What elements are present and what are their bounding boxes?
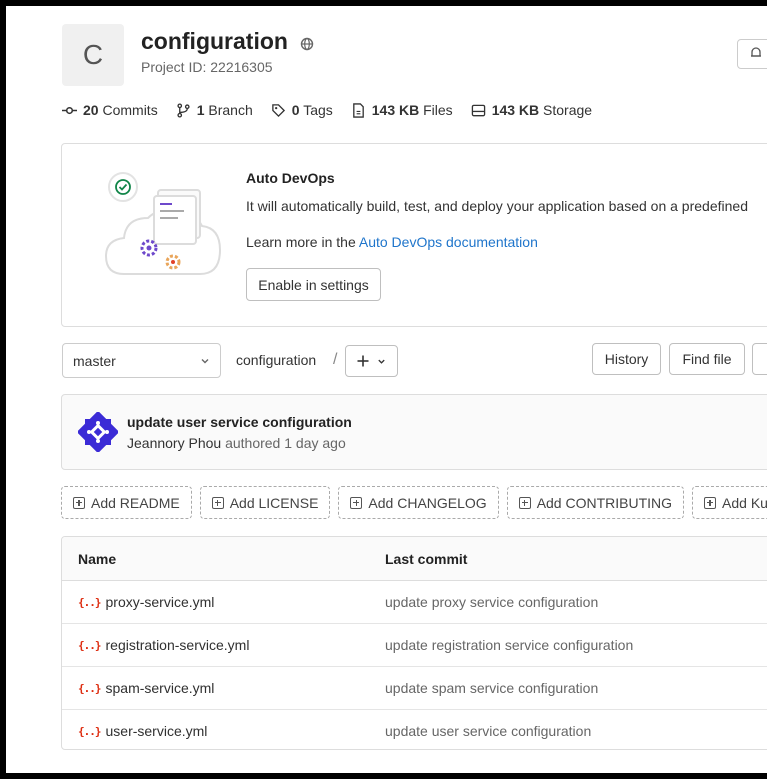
chevron-down-icon [201, 358, 209, 363]
stat-branches[interactable]: 1 Branch [176, 102, 253, 118]
add-readme-button[interactable]: Add README [61, 486, 192, 519]
add-kubernetes-cluster-button[interactable]: Add Kubernetes cluster [692, 486, 767, 519]
breadcrumb-separator: / [333, 351, 338, 368]
commit-author-link[interactable]: Jeannory Phou [127, 435, 221, 451]
breadcrumb-project[interactable]: configuration [236, 352, 316, 368]
file-tree-table: Name Last commit {..} proxy-service.yml u… [61, 536, 767, 750]
add-license-button[interactable]: Add LICENSE [199, 486, 331, 519]
notification-button[interactable] [737, 39, 767, 69]
file-icon [352, 102, 364, 118]
project-avatar-letter: C [82, 39, 104, 70]
yaml-file-icon: {..} [78, 595, 101, 609]
auto-devops-docs-link[interactable]: Auto DevOps documentation [359, 234, 538, 250]
column-header-last-commit: Last commit [385, 551, 468, 567]
file-commit-cell[interactable]: update registration service configuratio… [385, 637, 633, 653]
plus-square-icon [518, 496, 531, 509]
branch-dropdown-value: master [73, 352, 116, 369]
file-name-cell[interactable]: {..} spam-service.yml [78, 680, 214, 696]
file-name-cell[interactable]: {..} registration-service.yml [78, 637, 249, 653]
stat-tags[interactable]: 0 Tags [271, 102, 333, 118]
table-row[interactable]: {..} proxy-service.yml update proxy servi… [62, 581, 767, 624]
project-page: C configuration Project ID: 22216305 20 … [6, 6, 767, 773]
project-avatar: C [62, 24, 124, 86]
globe-icon [300, 37, 314, 51]
plus-square-icon [73, 496, 85, 509]
add-to-tree-dropdown[interactable] [345, 345, 398, 377]
add-contributing-button[interactable]: Add CONTRIBUTING [506, 486, 685, 519]
enable-in-settings-button[interactable]: Enable in settings [246, 268, 381, 301]
find-file-button[interactable]: Find file [669, 343, 745, 375]
last-commit-box: update user service configuration Jeanno… [61, 394, 767, 470]
auto-devops-title: Auto DevOps [246, 170, 335, 186]
add-files-row: Add README Add LICENSE Add CHANGELOG Add… [61, 486, 767, 519]
stat-commits[interactable]: 20 Commits [62, 102, 158, 118]
yaml-file-icon: {..} [78, 638, 101, 652]
stat-files[interactable]: 143 KB Files [351, 102, 453, 118]
auto-devops-banner: Auto DevOps It will automatically build,… [61, 143, 767, 327]
branch-dropdown[interactable]: master [62, 343, 221, 378]
yaml-file-icon: {..} [78, 681, 101, 695]
file-commit-cell[interactable]: update user service configuration [385, 723, 591, 739]
table-header: Name Last commit [62, 537, 767, 581]
last-commit-meta: Jeannory Phou authored 1 day ago [127, 435, 346, 451]
plus-icon [357, 355, 369, 367]
file-name-cell[interactable]: {..} proxy-service.yml [78, 594, 214, 610]
project-stats: 20 Commits 1 Branch 0 Tags 143 KB Files … [62, 102, 592, 118]
table-row[interactable]: {..} registration-service.yml update regi… [62, 624, 767, 667]
project-title: configuration [141, 28, 288, 54]
storage-icon [471, 104, 485, 116]
file-commit-cell[interactable]: update proxy service configuration [385, 594, 598, 610]
project-id: Project ID: 22216305 [141, 59, 273, 75]
table-row[interactable]: {..} spam-service.yml update spam service… [62, 667, 767, 710]
file-commit-cell[interactable]: update spam service configuration [385, 680, 598, 696]
chevron-down-icon [378, 359, 385, 364]
auto-devops-description: It will automatically build, test, and d… [246, 198, 748, 214]
branch-icon [177, 102, 190, 118]
web-ide-button[interactable] [752, 343, 767, 375]
plus-square-icon [350, 496, 363, 509]
bell-icon [751, 47, 761, 57]
plus-square-icon [211, 496, 224, 509]
tag-icon [271, 103, 285, 117]
auto-devops-illustration [104, 172, 222, 275]
history-button[interactable]: History [592, 343, 661, 375]
plus-square-icon [704, 496, 717, 509]
author-avatar [78, 412, 118, 452]
stat-storage[interactable]: 143 KB Storage [471, 102, 592, 118]
auto-devops-learn-more: Learn more in the Auto DevOps documentat… [246, 234, 538, 250]
add-changelog-button[interactable]: Add CHANGELOG [338, 486, 499, 519]
file-name-cell[interactable]: {..} user-service.yml [78, 723, 207, 739]
commit-icon [62, 106, 77, 114]
column-header-name: Name [78, 551, 117, 567]
yaml-file-icon: {..} [78, 724, 101, 738]
last-commit-title[interactable]: update user service configuration [127, 414, 352, 430]
table-row[interactable]: {..} user-service.yml update user service… [62, 710, 767, 749]
